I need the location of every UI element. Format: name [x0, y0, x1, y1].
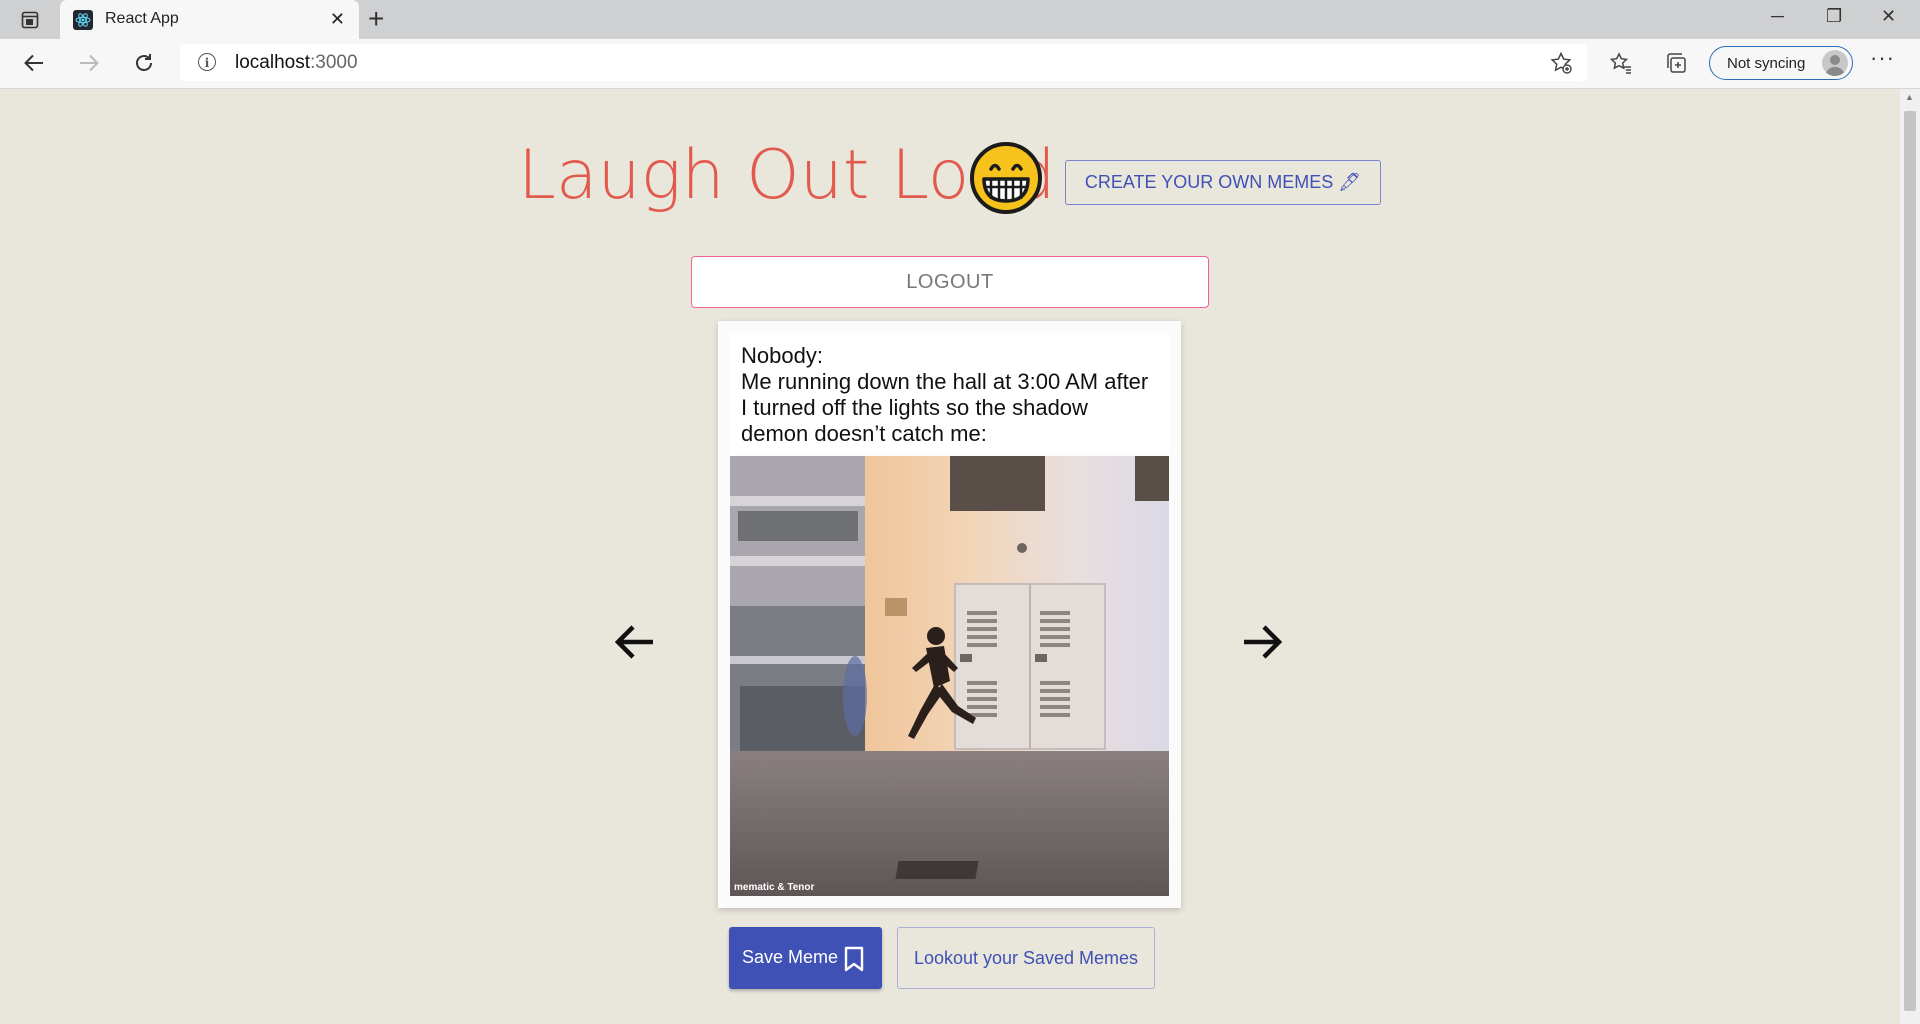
tab-title: React App	[105, 10, 179, 27]
meme-caption-line: Me running down the hall at 3:00 AM afte…	[741, 369, 1149, 446]
save-meme-button[interactable]: Save Meme	[729, 927, 882, 989]
refresh-icon[interactable]	[128, 47, 160, 79]
close-tab-icon[interactable]: ✕	[330, 9, 345, 30]
restore-icon[interactable]: ❐	[1826, 6, 1842, 27]
new-tab-icon[interactable]: +	[368, 4, 384, 34]
close-window-icon[interactable]: ✕	[1881, 6, 1896, 27]
forward-icon[interactable]	[73, 47, 105, 79]
tab-actions-icon[interactable]	[18, 8, 42, 32]
sync-status: Not syncing	[1727, 55, 1806, 72]
favorites-icon[interactable]	[1607, 49, 1635, 77]
create-memes-button[interactable]: CREATE YOUR OWN MEMES 🖋	[1065, 160, 1381, 205]
react-logo-icon	[73, 10, 93, 30]
meme-watermark: mematic & Tenor	[734, 882, 815, 893]
scrollbar[interactable]: ▲	[1900, 89, 1920, 1024]
meme-gif: mematic & Tenor	[730, 456, 1169, 896]
arrow-left-icon[interactable]	[611, 618, 659, 666]
meme-card: Nobody: Me running down the hall at 3:00…	[718, 321, 1181, 908]
profile-sync-button[interactable]: Not syncing	[1709, 46, 1853, 80]
grinning-face-icon	[969, 141, 1043, 220]
site-info-icon[interactable]: i	[198, 53, 216, 71]
collections-icon[interactable]	[1662, 49, 1690, 77]
arrow-right-icon[interactable]	[1238, 618, 1286, 666]
settings-menu-icon[interactable]: ···	[1870, 45, 1895, 71]
bookmark-icon	[843, 946, 865, 977]
url-text: localhost:3000	[235, 52, 358, 73]
meme-caption-line: Nobody:	[741, 343, 823, 368]
avatar	[1822, 50, 1848, 76]
add-favorite-icon[interactable]	[1549, 51, 1573, 80]
tab-strip: React App ✕ + ─ ❐ ✕	[0, 0, 1920, 39]
saved-memes-button[interactable]: Lookout your Saved Memes	[897, 927, 1155, 989]
browser-toolbar: i localhost:3000 Not syncing ···	[0, 39, 1920, 89]
scroll-thumb[interactable]	[1904, 111, 1916, 1011]
meme-caption: Nobody: Me running down the hall at 3:00…	[730, 333, 1169, 455]
address-bar[interactable]: i localhost:3000	[180, 44, 1587, 81]
browser-tab[interactable]: React App ✕	[60, 0, 359, 39]
back-icon[interactable]	[18, 47, 50, 79]
save-meme-label: Save Meme	[742, 947, 839, 967]
scroll-up-icon[interactable]: ▲	[1905, 92, 1914, 102]
minimize-icon[interactable]: ─	[1771, 6, 1784, 27]
logout-button[interactable]: LOGOUT	[691, 256, 1209, 308]
